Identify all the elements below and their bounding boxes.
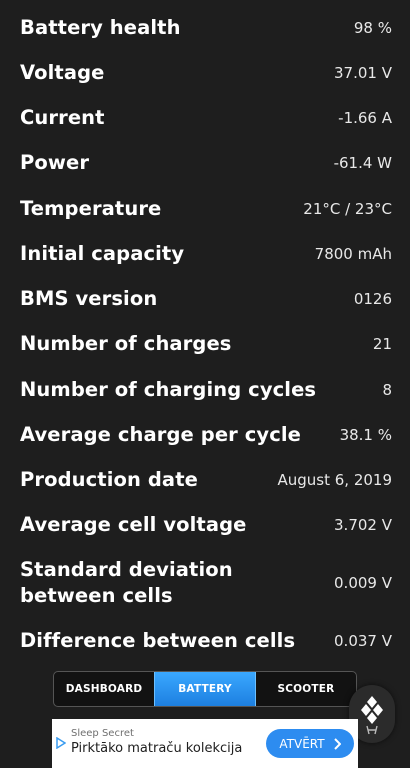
stat-row-average-charge: Average charge per cycle 38.1 % xyxy=(20,422,392,448)
stat-row-std-deviation: Standard deviation between cells 0.009 V xyxy=(20,557,392,609)
stat-row-number-of-charges: Number of charges 21 xyxy=(20,331,392,357)
play-triangle-icon xyxy=(56,737,66,749)
stat-label: Standard deviation between cells xyxy=(20,558,233,607)
stat-row-average-cell-voltage: Average cell voltage 3.702 V xyxy=(20,512,392,538)
stat-row-production-date: Production date August 6, 2019 xyxy=(20,467,392,493)
stat-label: Average charge per cycle xyxy=(20,423,301,446)
stat-value: 21°C / 23°C xyxy=(303,200,392,218)
ad-open-label: ATVĒRT xyxy=(279,736,325,751)
stat-value: 37.01 V xyxy=(334,64,392,82)
diamond-logo-icon xyxy=(361,696,383,735)
stat-row-initial-capacity: Initial capacity 7800 mAh xyxy=(20,241,392,267)
ad-brand: Sleep Secret xyxy=(71,728,134,739)
stat-value: 3.702 V xyxy=(334,516,392,534)
stat-value: 8 xyxy=(382,381,392,399)
stat-label: Power xyxy=(20,151,90,174)
chevron-right-icon xyxy=(333,737,341,750)
stat-value: 38.1 % xyxy=(339,426,392,444)
ad-banner[interactable]: Sleep Secret Pirktāko matraču kolekcija … xyxy=(52,719,358,768)
tab-scooter[interactable]: SCOOTER xyxy=(256,672,356,706)
stat-value: 98 % xyxy=(353,19,392,37)
stat-label: Number of charges xyxy=(20,332,232,355)
stat-row-voltage: Voltage 37.01 V xyxy=(20,60,392,86)
ad-open-button[interactable]: ATVĒRT xyxy=(266,729,354,758)
stat-row-current: Current -1.66 A xyxy=(20,105,392,131)
stat-row-bms-version: BMS version 0126 xyxy=(20,286,392,312)
stat-label: Production date xyxy=(20,468,198,491)
stat-row-temperature: Temperature 21°C / 23°C xyxy=(20,196,392,222)
stat-label: Current xyxy=(20,106,105,129)
stat-row-charging-cycles: Number of charging cycles 8 xyxy=(20,377,392,403)
stat-value: 21 xyxy=(372,335,392,353)
stat-value: -61.4 W xyxy=(333,154,392,172)
stat-value: 0.009 V xyxy=(334,574,392,592)
tab-battery[interactable]: BATTERY xyxy=(154,672,256,706)
stat-value: 0.037 V xyxy=(334,632,392,650)
stat-row-power: Power -61.4 W xyxy=(20,150,392,176)
stat-label: Number of charging cycles xyxy=(20,378,317,401)
stat-value: August 6, 2019 xyxy=(277,471,392,489)
stat-row-battery-health: Battery health 98 % xyxy=(20,15,392,41)
bottom-tab-bar: DASHBOARD BATTERY SCOOTER xyxy=(53,671,357,707)
stat-label: Initial capacity xyxy=(20,242,185,265)
stat-label: Temperature xyxy=(20,197,162,220)
stat-label: Battery health xyxy=(20,16,181,39)
tab-dashboard[interactable]: DASHBOARD xyxy=(54,672,154,706)
ad-title: Pirktāko matraču kolekcija xyxy=(71,741,243,756)
stat-label: BMS version xyxy=(20,287,158,310)
stat-row-difference-between-cells: Difference between cells 0.037 V xyxy=(20,628,392,654)
stat-value: 7800 mAh xyxy=(314,245,392,263)
stat-value: -1.66 A xyxy=(338,109,392,127)
stat-label: Voltage xyxy=(20,61,105,84)
stat-value: 0126 xyxy=(353,290,392,308)
stat-label: Difference between cells xyxy=(20,629,296,652)
stat-label: Average cell voltage xyxy=(20,513,247,536)
